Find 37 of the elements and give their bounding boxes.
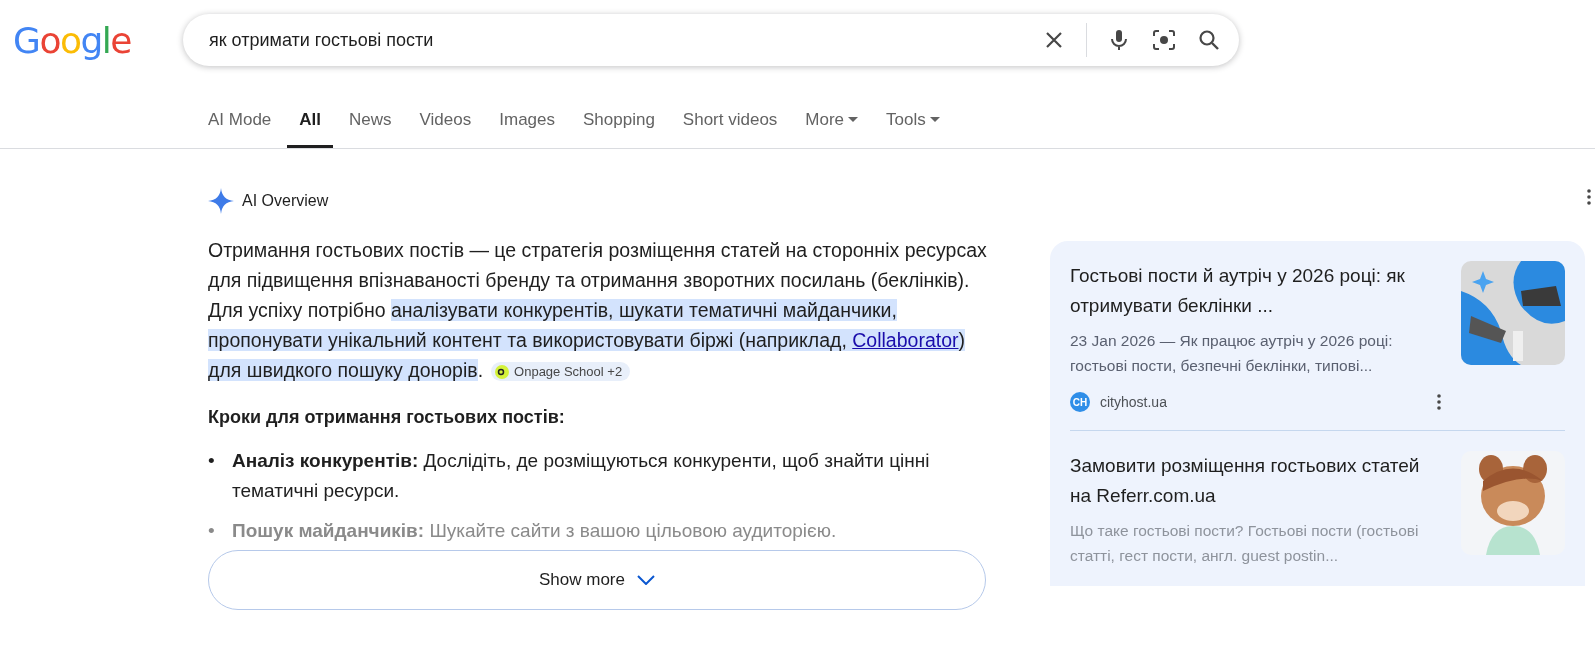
caret-icon [929, 117, 940, 123]
more-icon [1437, 394, 1441, 410]
step-item: Аналіз конкурентів: Дослідіть, де розміщуються конкуренти, щоб знайти цінні тематичні ресурси. [232, 449, 931, 503]
search-tab[interactable]: Short videos [670, 98, 790, 148]
site-name[interactable]: cityhost.ua [1100, 394, 1427, 410]
step-item: Пошук майданчиків: Шукайте сайти з вашою цільовою аудиторією. [232, 519, 837, 543]
search-tab[interactable]: Tools [874, 98, 952, 148]
site-logo-icon [495, 364, 510, 379]
steps-heading: Кроки для отримання гостьових постів: [208, 407, 566, 428]
search-tab[interactable]: All [287, 98, 334, 148]
sparkle-icon [208, 188, 234, 214]
ai-overview-title: AI Overview [242, 192, 329, 210]
source-title[interactable]: Гостьові пости й аутріч у 2026 році: як отримувати беклінки ... [1070, 261, 1441, 321]
more-options-button[interactable] [1587, 189, 1591, 205]
more-icon [1587, 189, 1591, 205]
source-title[interactable]: Замовити розміщення гостьових статей на Referr.com.ua [1070, 451, 1441, 511]
citation-chip[interactable]: Onpage School +2 [491, 362, 631, 382]
search-tab[interactable]: More [793, 98, 871, 148]
search-tab[interactable]: News [337, 98, 404, 148]
overview-paragraph: Отримання гостьових постів — це стратегія розміщення статей на сторонніх ресурсах для підвищення впізнаваності бренду та отримання зворотних посилань (беклінків). Для успіху потрібно аналізувати конкурентів, шукати тематичні майданчики, пропонувати унікальний контент та використовувати біржі (наприклад, Collaborator) для швидкого пошуку донорів. Onpage School +2 [208, 238, 988, 384]
site-favicon: CH [1070, 392, 1090, 412]
search-tab[interactable]: Shopping [571, 98, 667, 148]
search-field[interactable]: як отримати гостьові пости [207, 28, 1022, 52]
source-snippet: 23 Jan 2026 — Як працює аутріч у 2026 році: гостьові пости, безпечні беклінки, типові... [1070, 331, 1394, 376]
bullet-marker: • [208, 449, 216, 473]
source-snippet: Що таке гостьові пости? Гостьові пости (гостьові статті, гест пости, англ. guest postin... [1070, 521, 1420, 566]
chevron-down-icon [637, 575, 655, 585]
show-more-button[interactable]: Show more [208, 550, 986, 610]
camera-icon[interactable] [1151, 28, 1177, 52]
caret-icon [848, 117, 859, 123]
google-logo[interactable]: Google [13, 19, 131, 61]
search-tab[interactable]: Videos [407, 98, 484, 148]
search-tab[interactable]: AI Mode [196, 98, 284, 148]
search-icon[interactable] [1197, 28, 1221, 52]
collaborator-link[interactable]: Collaborator [852, 329, 959, 351]
search-tab[interactable]: Images [487, 98, 567, 148]
bullet-marker: • [208, 519, 216, 543]
